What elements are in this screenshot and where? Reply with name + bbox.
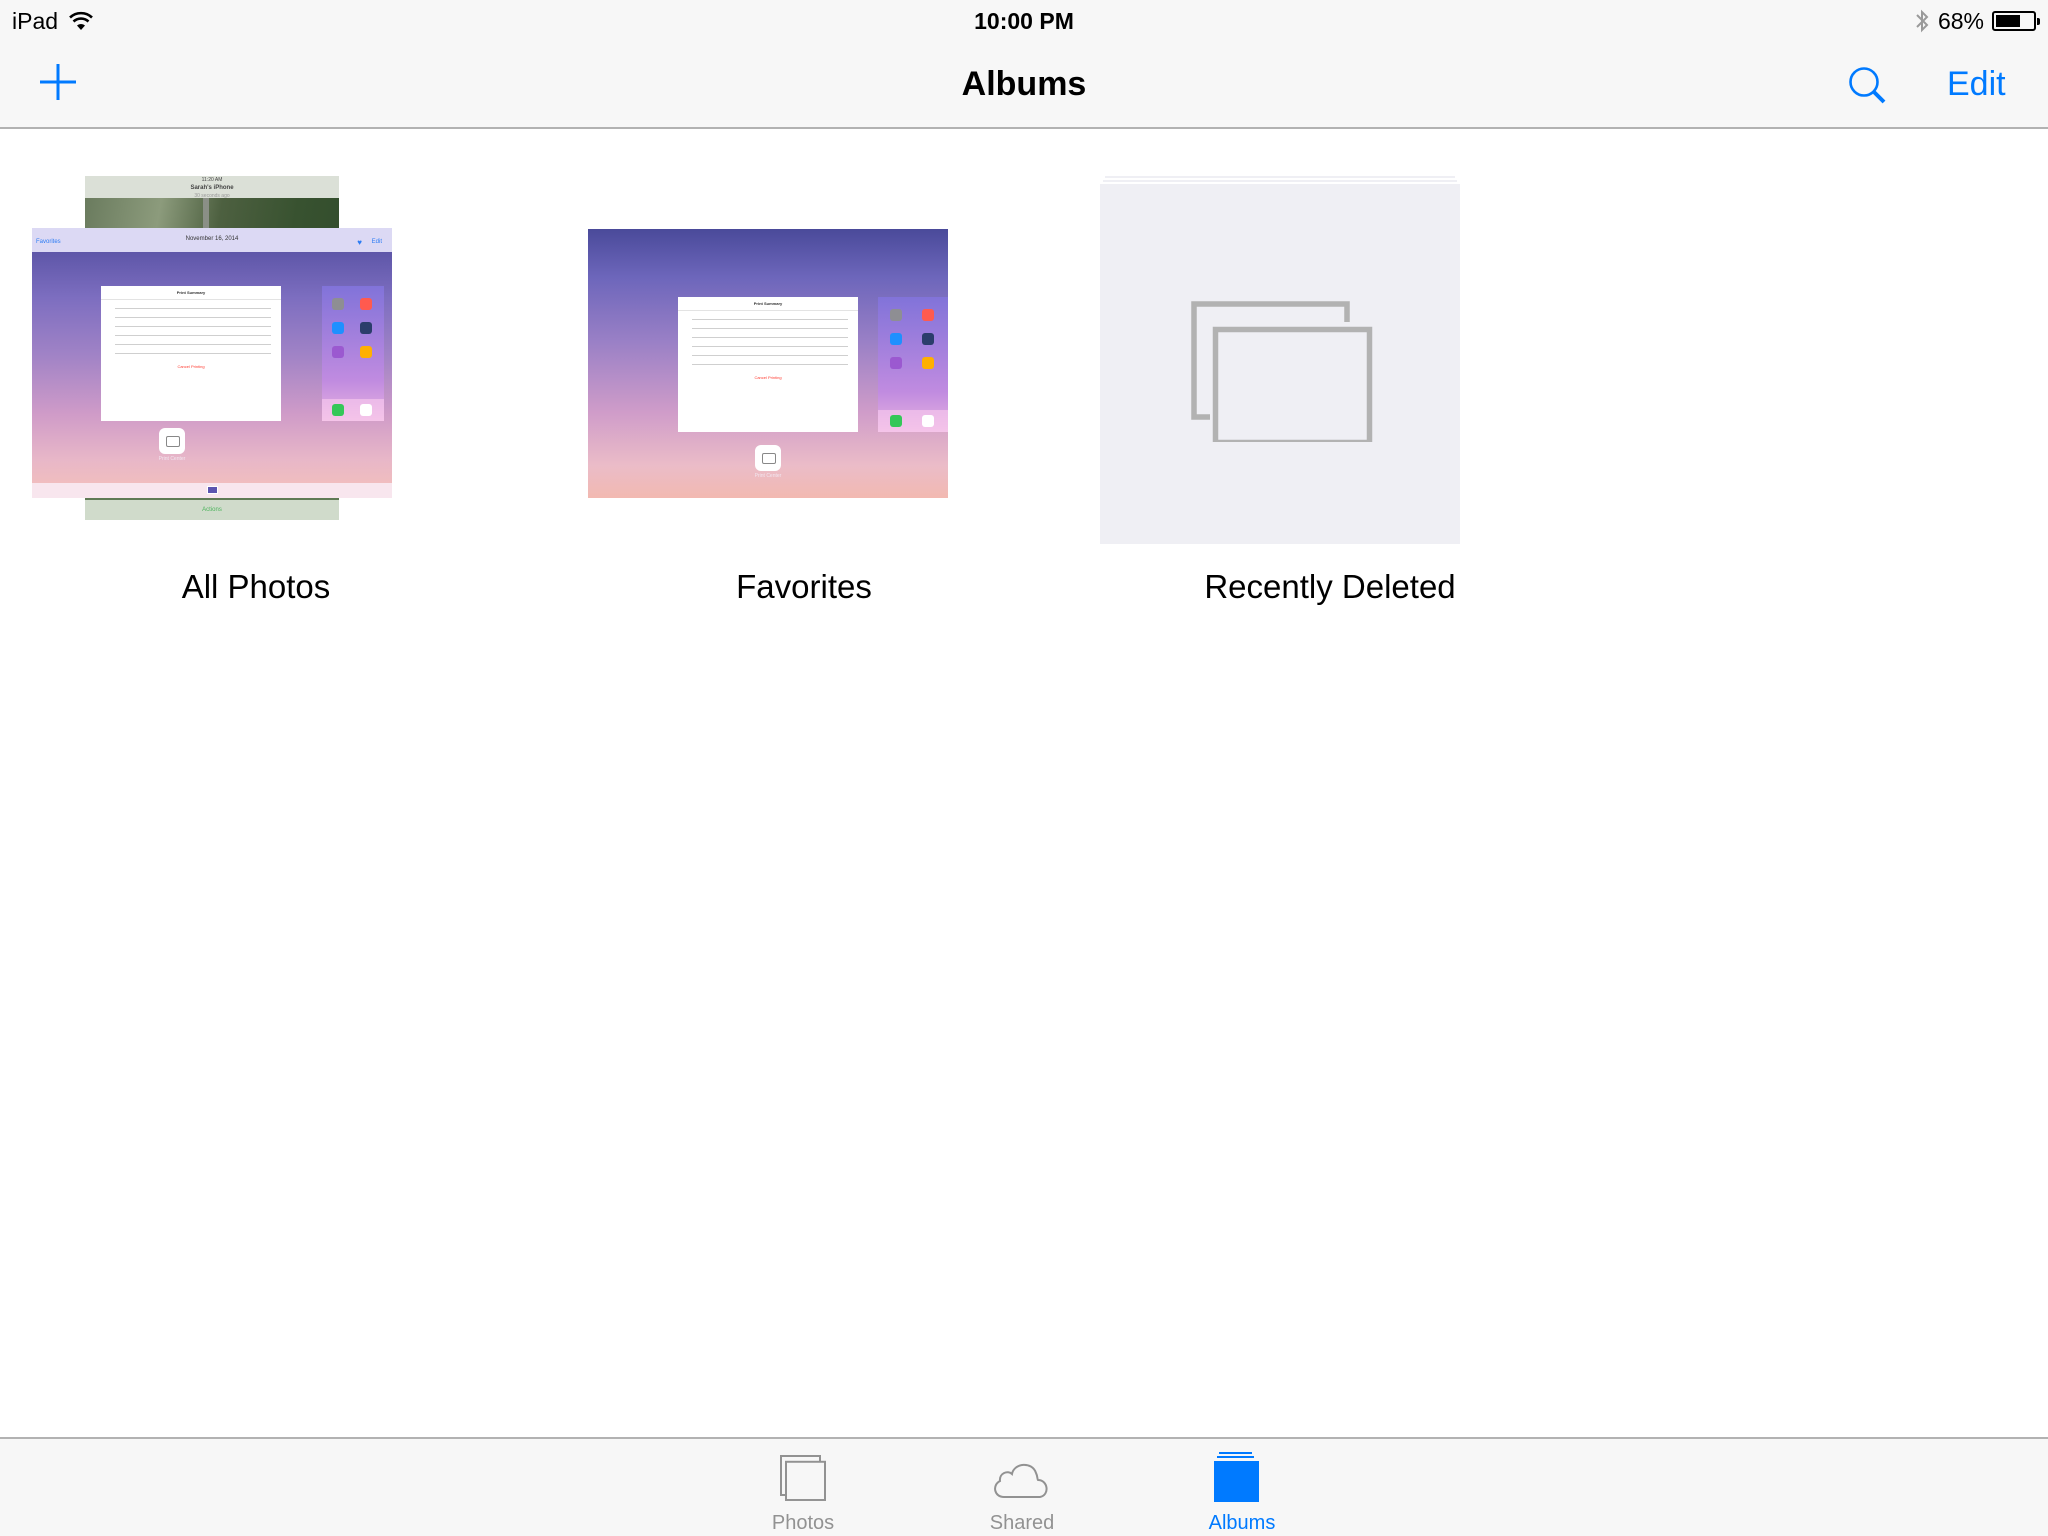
- heart-icon: ♥: [357, 238, 362, 247]
- home-screen-card: [322, 286, 384, 421]
- navigation-bar: iPad 10:00 PM 68% Albums Edit: [0, 0, 2048, 129]
- tab-bar: Photos Shared Albums: [0, 1437, 2048, 1536]
- search-icon: [1849, 67, 1886, 104]
- tab-albums[interactable]: Albums: [1167, 1439, 1317, 1536]
- print-center-app-icon: [159, 428, 185, 454]
- print-summary-card: Print Summary Cancel Printing: [678, 297, 858, 432]
- tab-shared[interactable]: Shared: [947, 1439, 1097, 1536]
- battery-icon: [1992, 11, 2040, 31]
- album-thumbnail: Print Summary Cancel Printing Print Cent…: [588, 229, 948, 498]
- album-title: Recently Deleted: [1204, 568, 1456, 605]
- battery-percent: 68%: [1937, 7, 1984, 34]
- edit-button[interactable]: Edit: [1947, 60, 2006, 108]
- albums-icon: [1214, 1452, 1259, 1502]
- photo-stack-icon: [1191, 301, 1373, 442]
- tab-photos[interactable]: Photos: [728, 1439, 878, 1536]
- album-recently-deleted[interactable]: Recently Deleted: [1090, 150, 1570, 620]
- cloud-icon: [994, 1463, 1048, 1498]
- status-time: 10:00 PM: [974, 8, 1074, 34]
- photo-viewer-toolbar: [32, 483, 392, 498]
- print-center-app-icon: [755, 445, 781, 471]
- battery-level: [1996, 15, 2021, 27]
- album-title: All Photos: [181, 568, 331, 605]
- search-button[interactable]: [1846, 64, 1890, 108]
- stack-edge: [1105, 176, 1455, 178]
- page-title: Albums: [961, 65, 1087, 103]
- status-bar-right: 68%: [1914, 6, 2040, 36]
- photos-icon: [780, 1455, 826, 1501]
- home-screen-card: [878, 297, 948, 432]
- photo-viewer-header: Favorites November 16, 2014 ♥ Edit: [32, 228, 392, 252]
- album-favorites[interactable]: Print Summary Cancel Printing Print Cent…: [564, 150, 1044, 620]
- album-thumbnail-front-photo: Favorites November 16, 2014 ♥ Edit Print…: [32, 228, 392, 498]
- print-summary-card: Print Summary Cancel Printing: [101, 286, 281, 421]
- ipad-screen: iPad 10:00 PM 68% Albums Edit 11:20 AM S…: [0, 0, 2048, 1536]
- battery-tip: [2037, 18, 2040, 25]
- album-all-photos[interactable]: 11:20 AM Sarah's iPhone 30 seconds ago A…: [16, 150, 496, 620]
- wallpaper-image: Print Summary Cancel Printing Print Cent…: [32, 252, 392, 483]
- stack-edge: [1103, 180, 1457, 182]
- bluetooth-icon: [1916, 9, 1929, 33]
- filmstrip-thumbnail: [207, 486, 218, 494]
- album-title: Favorites: [736, 568, 872, 605]
- album-thumbnail-placeholder: [1100, 184, 1460, 544]
- find-iphone-footer: Actions: [85, 500, 339, 520]
- find-iphone-header: 11:20 AM Sarah's iPhone 30 seconds ago: [85, 176, 339, 199]
- wallpaper-image: Print Summary Cancel Printing Print Cent…: [588, 229, 948, 498]
